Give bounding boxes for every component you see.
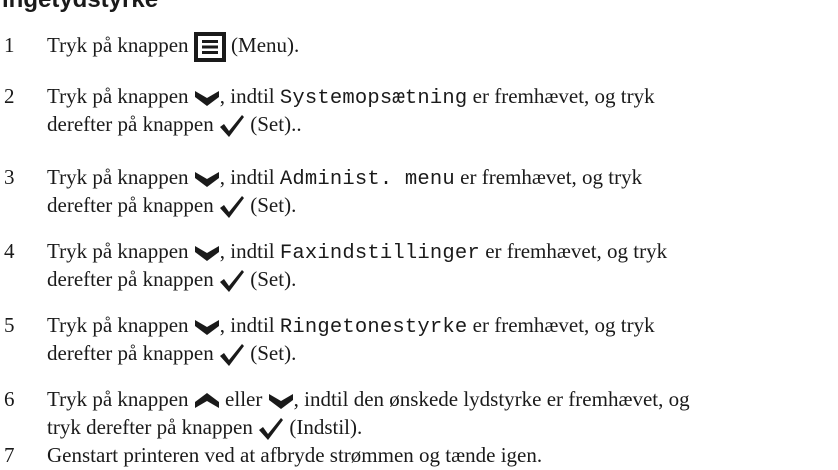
step-text-part: , indtil [219,84,275,108]
chevron-up-icon [194,392,220,410]
step-number: 7 [4,443,15,467]
step-text-part: (Set). [250,341,297,365]
step-number: 1 [4,33,15,57]
step-text-part: Tryk på knappen [47,313,189,337]
step-text-part: (Set). [250,267,297,291]
step-text-part: Tryk på knappen [47,165,189,189]
step-text-line2: tryk derefter på knappen (Indstil). [47,412,837,442]
chevron-down-icon [268,392,294,410]
step-text-part: Tryk på knappen [47,387,189,411]
step-text-line2: derefter på knappen (Set). [47,190,837,220]
step-text-part: , indtil [219,165,275,189]
step-number: 6 [4,387,15,411]
checkmark-icon [219,195,245,219]
step-text-part: derefter på knappen [47,193,214,217]
step-text-part: (Set).. [250,112,302,136]
step-text-part: derefter på knappen [47,112,214,136]
step-text-part: (Set). [250,193,297,217]
step-text-part: (Menu). [231,33,300,57]
step-text-part: derefter på knappen [47,341,214,365]
step-text: Tryk på knappen (Menu). [47,30,837,63]
step-text-part: er fremhævet, og tryk [472,313,655,337]
step-text-line2: derefter på knappen (Set).. [47,109,837,139]
step-text-part: , indtil [219,313,275,337]
menu-item-name: Faxindstillinger [279,242,480,265]
chevron-down-icon [194,89,220,107]
step-text-line2: derefter på knappen (Set). [47,264,837,294]
checkmark-icon [219,343,245,367]
checkmark-icon [219,269,245,293]
step-number: 5 [4,313,15,337]
step-number: 2 [4,84,15,108]
section-heading: ingetydstyrke [2,0,158,14]
step-text-part: (Indstil). [289,415,363,439]
menu-item-name: Administ. menu [279,168,455,191]
step-text-part: er fremhævet, og tryk [485,239,668,263]
menu-icon [193,32,226,63]
step-text-part: derefter på knappen [47,267,214,291]
checkmark-icon [219,114,245,138]
step-text-part: er fremhævet, og tryk [472,84,655,108]
step-text-part: eller [225,387,263,411]
checkmark-icon [258,417,284,441]
chevron-down-icon [194,170,220,188]
step-text: Tryk på knappen eller , indtil den ønske… [47,384,837,414]
step-number: 3 [4,165,15,189]
step-text-part: , indtil [219,239,275,263]
step-text-part: tryk derefter på knappen [47,415,253,439]
step-text-line2: derefter på knappen (Set). [47,338,837,368]
step-text-part: Genstart printeren ved at afbryde strømm… [47,443,543,467]
step-number: 4 [4,239,15,263]
chevron-down-icon [194,244,220,262]
step-text-part: Tryk på knappen [47,33,189,57]
step-text-part: , indtil den ønskede lydstyrke er fremhæ… [293,387,690,411]
step-text-part: Tryk på knappen [47,84,189,108]
step-text-part: er fremhævet, og tryk [460,165,643,189]
step-text: Genstart printeren ved at afbryde strømm… [47,440,837,470]
chevron-down-icon [194,318,220,336]
menu-item-name: Systemopsætning [279,87,468,110]
menu-item-name: Ringetonestyrke [279,316,468,339]
step-text-part: Tryk på knappen [47,239,189,263]
